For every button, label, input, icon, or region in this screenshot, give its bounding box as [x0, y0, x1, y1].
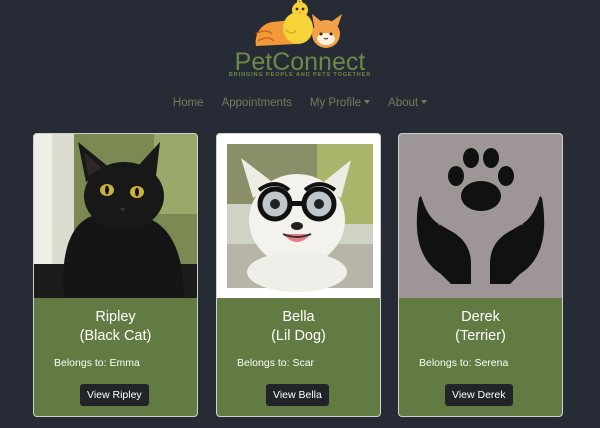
dog-with-glasses-photo-icon: [217, 134, 380, 298]
pet-card-derek: Derek (Terrier) Belongs to: Serena View …: [398, 133, 563, 417]
caret-down-icon: [364, 99, 371, 104]
view-ripley-button[interactable]: View Ripley: [80, 384, 149, 406]
view-bella-button[interactable]: View Bella: [266, 384, 329, 406]
nav-home[interactable]: Home: [164, 95, 213, 111]
brand-tagline: BRINGING PEOPLE AND PETS TOGETHER: [228, 72, 372, 78]
pet-owner: Belongs to: Serena: [419, 357, 509, 369]
pet-kind: (Lil Dog): [271, 328, 326, 344]
nav-about-dropdown[interactable]: About: [379, 95, 436, 111]
pet-photo-ripley: [34, 134, 197, 298]
pet-owner: Belongs to: Emma: [54, 357, 140, 369]
nav-appointments[interactable]: Appointments: [213, 95, 301, 111]
pet-card-bella: Bella (Lil Dog) Belongs to: Scar View Be…: [216, 133, 381, 417]
nav-my-profile-dropdown[interactable]: My Profile: [301, 95, 379, 111]
pet-owner: Belongs to: Scar: [237, 357, 315, 369]
nav-home-label: Home: [172, 97, 204, 109]
view-derek-button[interactable]: View Derek: [445, 384, 513, 406]
pet-card-body: Bella (Lil Dog) Belongs to: Scar View Be…: [217, 298, 380, 416]
pet-name: Bella: [282, 309, 315, 325]
nav-appointments-label: Appointments: [221, 97, 292, 109]
pet-photo-derek: [399, 134, 562, 298]
black-cat-photo-icon: [34, 134, 197, 298]
pet-kind: (Black Cat): [79, 328, 152, 344]
paw-in-hands-icon: [399, 134, 562, 298]
nav-about-label: About: [388, 97, 419, 109]
cat-and-chick-logo-icon: [255, 0, 342, 48]
pet-kind: (Terrier): [455, 328, 506, 344]
pet-card-body: Derek (Terrier) Belongs to: Serena View …: [399, 298, 562, 416]
site-logo[interactable]: PetConnect BRINGING PEOPLE AND PETS TOGE…: [0, 0, 600, 82]
nav-my-profile-label: My Profile: [309, 97, 362, 109]
pet-card-body: Ripley (Black Cat) Belongs to: Emma View…: [34, 298, 197, 416]
pet-photo-bella: [217, 134, 380, 298]
caret-down-icon: [421, 99, 428, 104]
main-nav: Home Appointments My Profile About: [0, 95, 600, 111]
pet-card-ripley: Ripley (Black Cat) Belongs to: Emma View…: [33, 133, 198, 417]
pet-name: Derek: [461, 309, 500, 325]
pet-name: Ripley: [95, 309, 136, 325]
